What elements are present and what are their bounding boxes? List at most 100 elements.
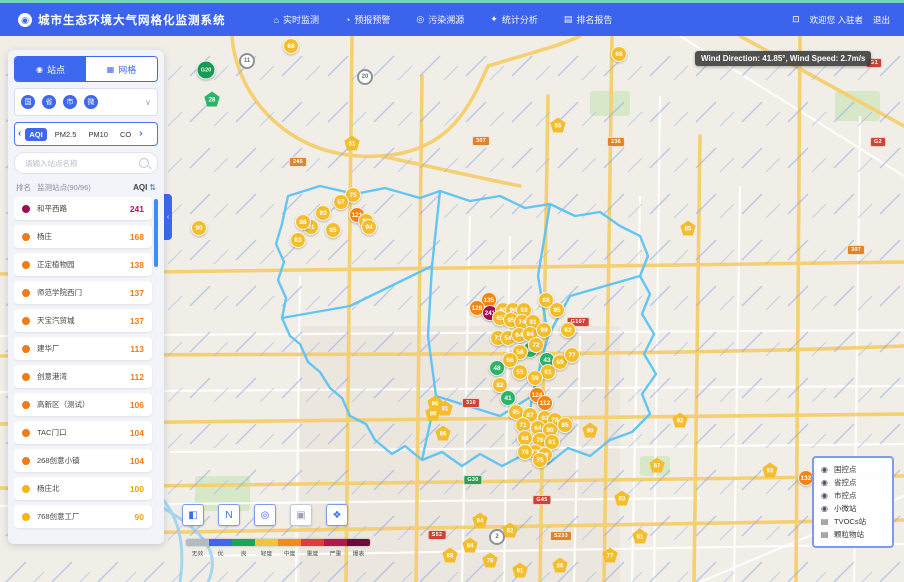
station-aqi-value: 106 <box>130 400 144 410</box>
station-marker[interactable]: 85 <box>325 222 341 238</box>
legend-label: TVOCs站 <box>834 516 866 527</box>
document-icon: ▤ <box>820 530 829 539</box>
scale-label: 轻度 <box>256 549 277 558</box>
next-arrow-icon[interactable]: › <box>139 129 142 139</box>
tab-站点[interactable]: ◉站点 <box>15 57 86 81</box>
pollutant-CO[interactable]: CO <box>116 128 135 141</box>
sidebar-collapse-handle[interactable]: ‹ <box>164 194 172 240</box>
station-row[interactable]: 和平西路241 <box>14 197 152 220</box>
theme-tool[interactable]: ❖ <box>326 504 348 526</box>
sort-icon[interactable]: ⇅ <box>149 183 156 192</box>
scale-segment <box>186 539 209 546</box>
station-column-label: 监测站点(90/96) <box>37 182 91 193</box>
station-marker[interactable]: 59 <box>527 370 543 386</box>
station-marker[interactable]: 77 <box>564 347 580 363</box>
nav-item-预报预警[interactable]: ◔预报预警 <box>345 13 390 26</box>
station-row[interactable]: 杨庄北100 <box>14 477 152 500</box>
rank-dot <box>22 429 30 437</box>
station-row[interactable]: 正定植物园138 <box>14 253 152 276</box>
station-marker[interactable]: 99 <box>536 322 552 338</box>
legend-label: 颗粒物站 <box>834 529 864 540</box>
station-aqi-value: 90 <box>135 512 144 522</box>
nav-label: 排名报告 <box>576 13 612 26</box>
station-row[interactable]: 天宝汽贸城137 <box>14 309 152 332</box>
legend-row: ◉国控点 <box>820 463 886 476</box>
layers-tool[interactable]: ▣ <box>290 504 312 526</box>
nav-label: 实时监测 <box>283 13 319 26</box>
nav-icon: ✦ <box>490 14 498 25</box>
road-badge: G2 <box>870 137 886 147</box>
road-badge: S233 <box>550 531 572 541</box>
document-icon: ▤ <box>820 517 829 526</box>
station-search[interactable] <box>14 152 158 174</box>
station-row[interactable]: 杨庄 168 <box>14 225 152 248</box>
nav-label: 污染溯源 <box>428 13 464 26</box>
logout-link[interactable]: 退出 <box>873 14 890 26</box>
station-row[interactable]: 建华厂113 <box>14 337 152 360</box>
station-row[interactable]: 768创意工厂 90 <box>14 505 152 528</box>
list-header: 排名 监测站点(90/96) AQI ⇅ <box>16 182 156 193</box>
measure-tool[interactable]: ◧ <box>182 504 204 526</box>
top-accent-strip <box>0 0 904 3</box>
pollutant-PM2.5[interactable]: PM2.5 <box>51 128 81 141</box>
station-marker[interactable]: 83 <box>290 232 306 248</box>
north-tool[interactable]: N <box>218 504 240 526</box>
scale-segment <box>347 539 370 546</box>
nav-item-实时监测[interactable]: ⌂实时监测 <box>274 13 319 26</box>
filter-icon-国[interactable]: 国 <box>21 95 35 109</box>
list-scrollbar[interactable] <box>154 199 158 267</box>
station-row[interactable]: TAC门口104 <box>14 421 152 444</box>
wind-info-tooltip: Wind Direction: 41.85°, Wind Speed: 2.7m… <box>695 51 871 66</box>
nav-item-污染溯源[interactable]: ◎污染溯源 <box>416 13 464 26</box>
rank-dot <box>22 401 30 409</box>
road-badge: 236 <box>607 137 625 147</box>
pollutant-AQI[interactable]: AQI <box>25 128 46 141</box>
station-marker[interactable]: 95 <box>549 302 565 318</box>
station-type-filter[interactable]: 国省市微 ∨ <box>14 88 158 116</box>
station-marker[interactable]: 68 <box>283 38 299 54</box>
station-marker[interactable]: 112 <box>537 395 553 411</box>
rank-dot <box>22 513 30 521</box>
user-area: ⊡ 欢迎您 入驻者 退出 <box>792 14 890 26</box>
filter-icon-省[interactable]: 省 <box>42 95 56 109</box>
filter-icon-市[interactable]: 市 <box>63 95 77 109</box>
station-row[interactable]: 师范学院西门137 <box>14 281 152 304</box>
main-nav: ⌂实时监测 ◔预报预警 ◎污染溯源 ✦统计分析 ▤排名报告 <box>274 13 613 26</box>
station-name: 768创意工厂 <box>37 511 80 522</box>
station-marker[interactable]: 57 <box>333 194 349 210</box>
scale-segment <box>232 539 255 546</box>
station-marker[interactable]: 94 <box>361 219 377 235</box>
pollutant-PM10[interactable]: PM10 <box>84 128 112 141</box>
station-marker[interactable]: 75 <box>532 452 548 468</box>
nav-item-排名报告[interactable]: ▤排名报告 <box>564 13 613 26</box>
tab-网格[interactable]: ▦网格 <box>86 57 157 81</box>
station-aqi-value: 168 <box>130 232 144 242</box>
chevron-down-icon[interactable]: ∨ <box>145 98 151 107</box>
rank-dot <box>22 457 30 465</box>
station-list[interactable]: 和平西路241 杨庄 168 正定植物园138 师范学院西门137 天宝汽贸城137 建华厂… <box>14 197 158 538</box>
scale-segment <box>301 539 324 546</box>
station-row[interactable]: 268创意小镇104 <box>14 449 152 472</box>
metro-station-icon: 2 <box>489 529 505 545</box>
station-marker[interactable]: 88 <box>295 214 311 230</box>
station-aqi-value: 137 <box>130 316 144 326</box>
station-marker[interactable]: 85 <box>557 417 573 433</box>
scale-label: 无效 <box>187 549 208 558</box>
station-marker[interactable]: 62 <box>560 322 576 338</box>
station-name: 杨庄 <box>37 231 52 242</box>
station-marker[interactable]: 70 <box>517 444 533 460</box>
locate-tool[interactable]: ◎ <box>254 504 276 526</box>
metric-column-label: AQI <box>133 183 147 192</box>
station-marker[interactable]: 90 <box>191 220 207 236</box>
station-marker[interactable]: 72 <box>528 337 544 353</box>
filter-icon-微[interactable]: 微 <box>84 95 98 109</box>
station-marker[interactable]: 93 <box>315 205 331 221</box>
station-marker[interactable]: 55 <box>512 364 528 380</box>
metro-station-icon: 11 <box>239 53 255 69</box>
station-row[interactable]: 高新区（测试）106 <box>14 393 152 416</box>
prev-arrow-icon[interactable]: ‹ <box>18 129 21 139</box>
station-marker[interactable]: 66 <box>611 46 627 62</box>
search-input[interactable] <box>23 158 139 169</box>
nav-item-统计分析[interactable]: ✦统计分析 <box>490 13 538 26</box>
station-row[interactable]: 创意港湾112 <box>14 365 152 388</box>
